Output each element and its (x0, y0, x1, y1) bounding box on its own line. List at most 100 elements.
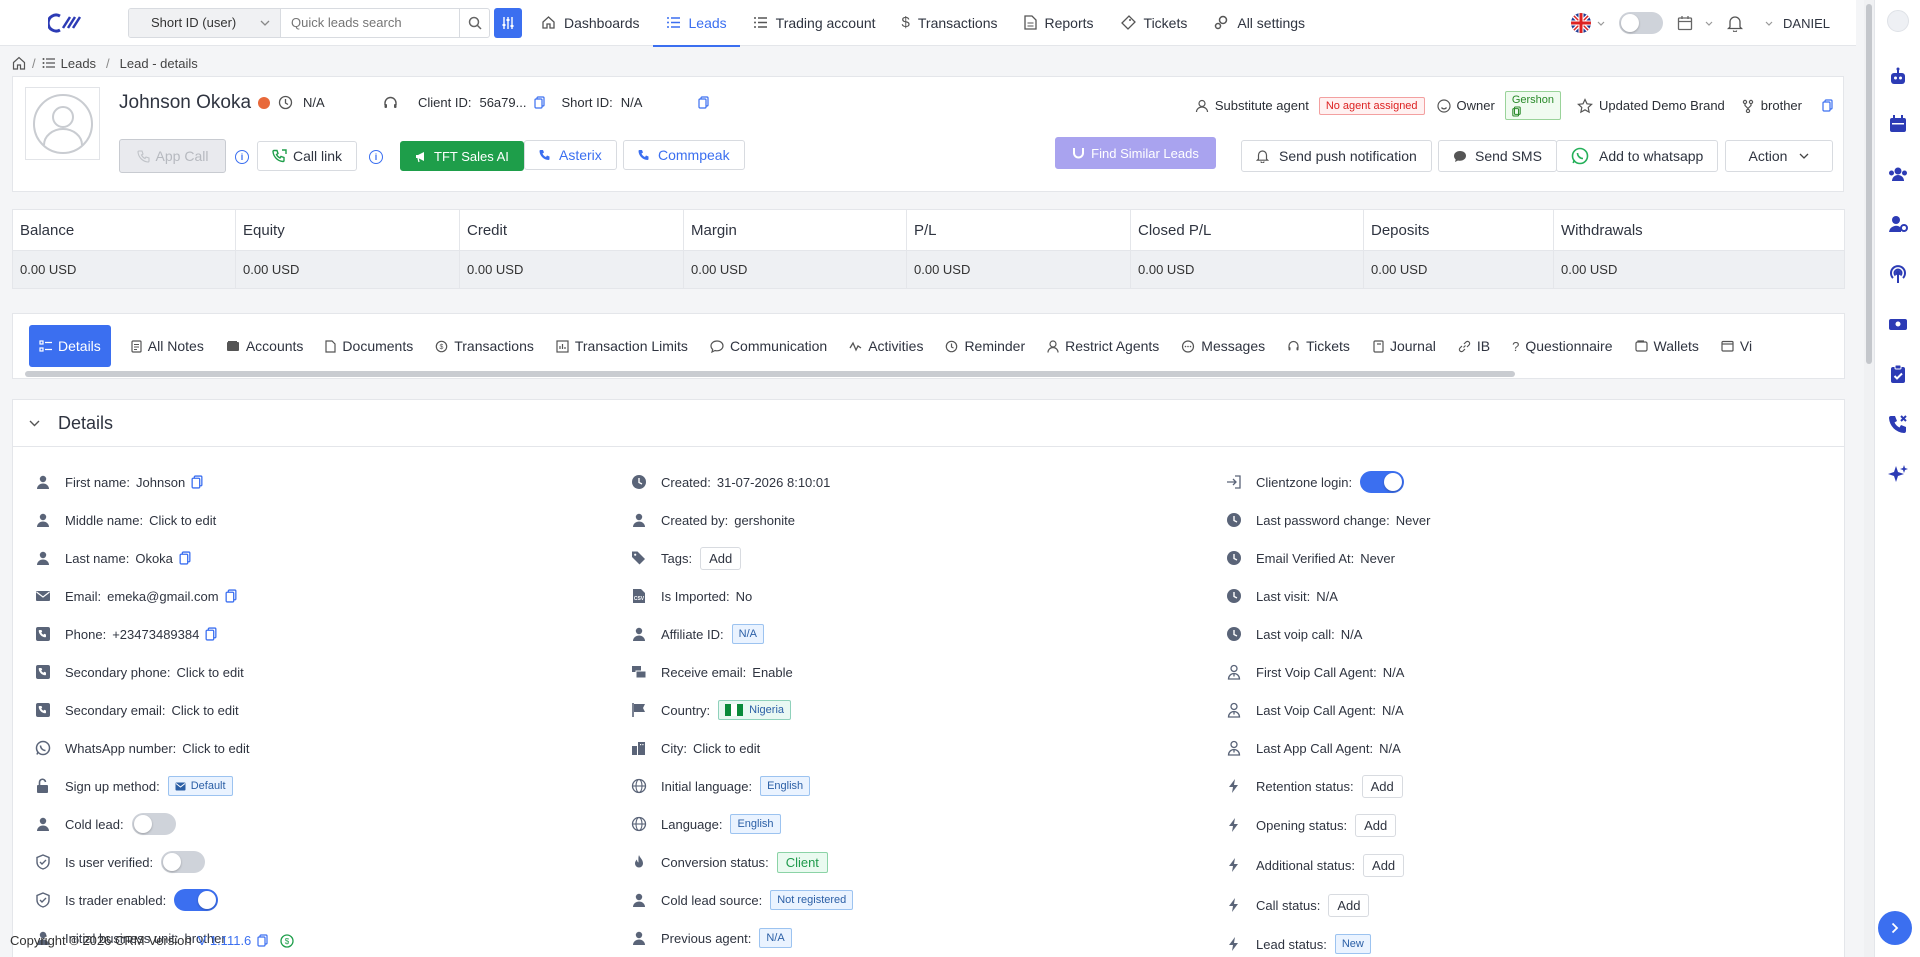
nav-leads[interactable]: Leads (652, 0, 740, 47)
theme-toggle[interactable] (1619, 12, 1664, 34)
sparkles-icon[interactable] (1887, 463, 1909, 485)
is-trader-enabled-toggle[interactable] (174, 889, 219, 911)
nav-trading-account[interactable]: Trading account (740, 0, 889, 46)
nav-tickets[interactable]: Tickets (1107, 0, 1201, 46)
tabs-scrollbar[interactable] (25, 371, 1515, 377)
copy-icon[interactable] (1822, 99, 1833, 112)
field-value[interactable]: Click to edit (171, 703, 238, 718)
add-tag-button[interactable]: Add (700, 546, 742, 570)
tab-questionnaire[interactable]: ? Questionnaire (1502, 325, 1622, 367)
details-header[interactable]: Details (13, 400, 1844, 447)
sidebar-top-avatar[interactable] (1887, 10, 1909, 32)
bell-icon[interactable] (1727, 15, 1744, 32)
tab-messages[interactable]: Messages (1171, 325, 1275, 367)
tab-details[interactable]: Details (29, 325, 111, 367)
action-dropdown-button[interactable]: Action (1725, 140, 1833, 172)
clientzone-login-toggle[interactable] (1360, 471, 1405, 493)
nav-transactions[interactable]: $ Transactions (889, 0, 1011, 46)
send-push-notification-button[interactable]: Send push notification (1241, 140, 1432, 172)
copy-icon[interactable] (179, 551, 191, 565)
field-value[interactable]: Click to edit (149, 513, 216, 528)
tab-accounts[interactable]: Accounts (216, 325, 314, 367)
field-value[interactable]: emeka@gmail.com (107, 589, 218, 604)
add-retention-status-button[interactable]: Add (1361, 774, 1403, 798)
owner-badge[interactable]: Gershon (1504, 91, 1562, 120)
tab-ib[interactable]: IB (1448, 325, 1500, 367)
tab-transactions[interactable]: $ Transactions (425, 325, 544, 367)
crm-logo-icon[interactable] (48, 13, 82, 33)
add-call-status-button[interactable]: Add (1328, 893, 1370, 917)
field-value[interactable]: Johnson (136, 475, 185, 490)
field-value[interactable]: Enable (752, 665, 792, 680)
tab-documents[interactable]: Documents (315, 325, 423, 367)
lead-status-badge[interactable]: New (1334, 934, 1371, 954)
users-icon[interactable] (1887, 163, 1909, 185)
field-value[interactable]: +23473489384 (112, 627, 199, 642)
expand-sidebar-button[interactable] (1878, 911, 1912, 945)
tab-transaction-limits[interactable]: Transaction Limits (546, 325, 698, 367)
copy-icon[interactable] (205, 627, 217, 641)
search-button[interactable] (459, 8, 489, 37)
info-icon[interactable]: i (369, 150, 383, 164)
user-settings-icon[interactable] (1887, 213, 1909, 235)
nav-all-settings[interactable]: All settings (1200, 0, 1318, 46)
copy-icon[interactable] (225, 589, 237, 603)
app-call-button[interactable]: App Call (119, 139, 226, 173)
language-badge[interactable]: English (730, 814, 781, 834)
user-menu[interactable]: DANIEL (1765, 16, 1830, 31)
send-sms-button[interactable]: Send SMS (1438, 140, 1557, 172)
cold-lead-toggle[interactable] (131, 813, 176, 835)
tab-tickets[interactable]: Tickets (1277, 325, 1360, 367)
calendar-icon[interactable] (1887, 113, 1909, 135)
advanced-filter-button[interactable] (494, 7, 522, 38)
tab-reminder[interactable]: Reminder (935, 325, 1035, 367)
add-to-whatsapp-button[interactable]: Add to whatsapp (1556, 140, 1719, 172)
nav-dashboards[interactable]: Dashboards (528, 0, 653, 46)
field-value[interactable]: Okoka (135, 551, 173, 566)
call-link-button[interactable]: Call link (257, 141, 358, 171)
commpeak-button[interactable]: Commpeak (623, 140, 745, 170)
field-value[interactable]: Click to edit (182, 741, 249, 756)
add-opening-status-button[interactable]: Add (1355, 813, 1397, 837)
calendar-menu[interactable] (1677, 15, 1713, 31)
tab-activities[interactable]: Activities (839, 325, 933, 367)
asterix-button[interactable]: Asterix (524, 140, 617, 170)
clipboard-check-icon[interactable] (1887, 363, 1909, 385)
info-icon[interactable]: i (235, 150, 249, 164)
copy-icon[interactable] (191, 475, 203, 489)
tab-wallets[interactable]: Wallets (1625, 325, 1709, 367)
copy-icon[interactable] (1512, 106, 1521, 117)
copy-icon[interactable] (534, 96, 546, 109)
field-value[interactable]: Click to edit (177, 665, 244, 680)
home-icon[interactable] (12, 56, 26, 70)
summary-label: Deposits (1364, 210, 1553, 251)
broadcast-icon[interactable] (1887, 263, 1909, 285)
breadcrumb-leads[interactable]: Leads (61, 56, 96, 71)
tab-restrict-agents[interactable]: Restrict Agents (1037, 325, 1169, 367)
tft-sales-ai-button[interactable]: TFT Sales AI (400, 141, 524, 171)
missed-call-icon[interactable] (1887, 413, 1909, 435)
nav-reports[interactable]: Reports (1011, 0, 1107, 46)
quick-search-input[interactable] (281, 8, 459, 37)
robot-icon[interactable] (1887, 66, 1909, 88)
meeting-icon[interactable] (1887, 313, 1909, 335)
copy-icon[interactable] (257, 934, 268, 947)
tab-journal[interactable]: Journal (1362, 325, 1446, 367)
dollar-circle-icon[interactable]: $ (280, 933, 294, 948)
is-user-verified-toggle[interactable] (161, 851, 206, 873)
copy-icon[interactable] (698, 96, 710, 109)
headset-icon[interactable] (383, 96, 398, 111)
page-scrollbar[interactable] (1864, 0, 1874, 957)
field-value[interactable]: Click to edit (693, 741, 760, 756)
search-type-select[interactable]: Short ID (user) (129, 8, 281, 37)
add-additional-status-button[interactable]: Add (1363, 853, 1405, 877)
substitute-agent-badge[interactable]: No agent assigned (1318, 96, 1425, 115)
summary-label: Balance (13, 210, 235, 251)
conversion-status-badge[interactable]: Client (776, 851, 828, 873)
language-select[interactable] (1571, 13, 1605, 33)
tab-vi[interactable]: Vi (1711, 325, 1762, 367)
chevron-down-icon (1765, 21, 1773, 26)
tab-communication[interactable]: Communication (700, 325, 837, 367)
find-similar-leads-button[interactable]: Find Similar Leads (1055, 137, 1216, 169)
tab-all-notes[interactable]: All Notes (121, 325, 214, 367)
